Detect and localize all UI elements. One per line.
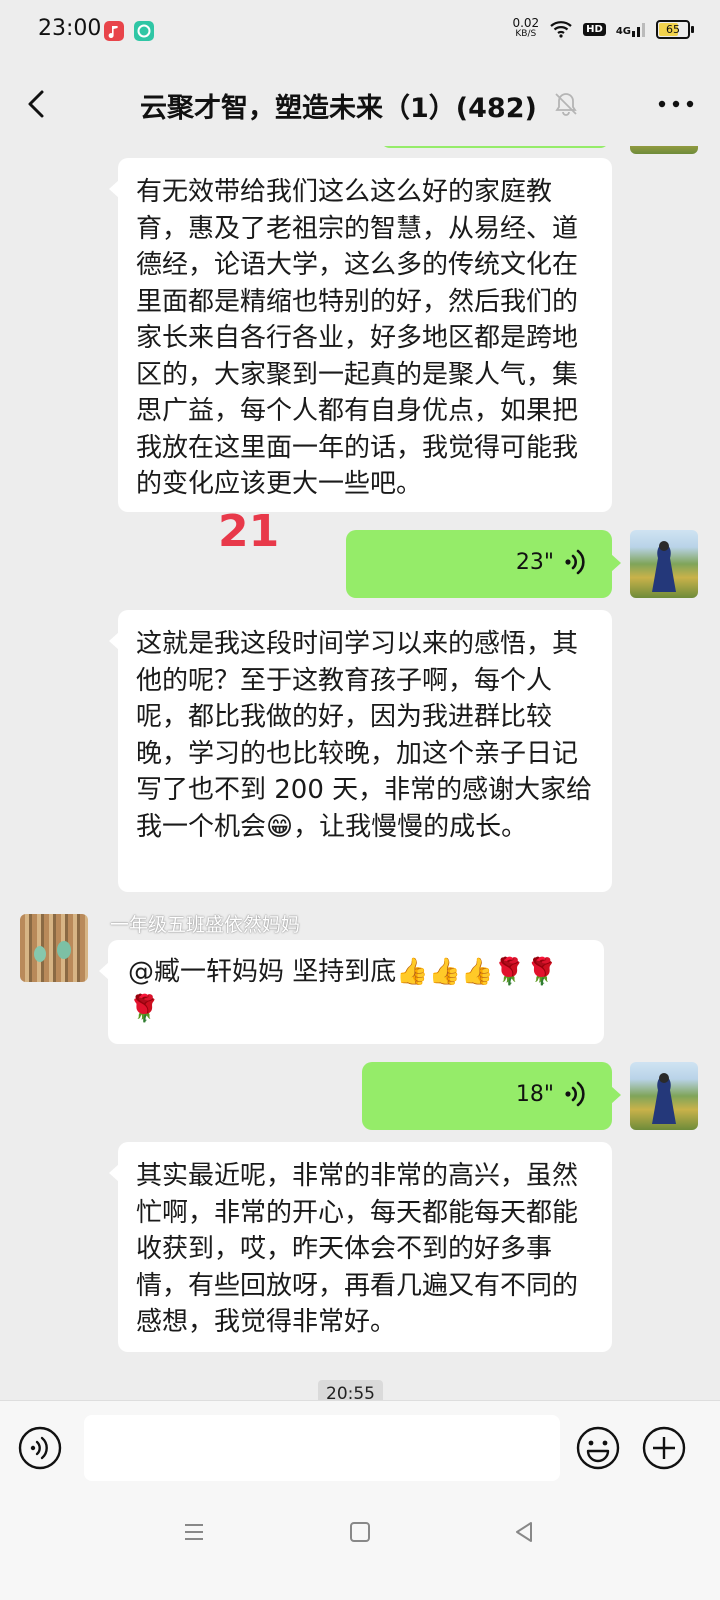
message-list[interactable]: 有无效带给我们这么这么好的家庭教育，惠及了老祖宗的智慧，从易经、道德经，论语大学… — [0, 146, 720, 1426]
sender-avatar[interactable] — [20, 914, 88, 982]
voice-duration: 23" — [515, 550, 554, 575]
message-text: 这就是我这段时间学习以来的感悟，其他的呢？至于这教育孩子啊，每个人呢，都比我做的… — [136, 629, 593, 842]
bell-muted-icon — [555, 93, 577, 116]
chat-header: 云聚才智，塑造未来（1）(482) — [0, 62, 720, 146]
more-dots-icon[interactable] — [656, 96, 696, 112]
status-time: 23:00 — [38, 16, 102, 41]
previous-voice-bubble[interactable] — [380, 146, 610, 148]
cell-signal-icon: 4G — [616, 21, 646, 37]
network-speed-value: 0.02 — [512, 16, 540, 30]
voice-wave-icon — [565, 1081, 585, 1107]
voice-message-bubble[interactable]: 18" — [362, 1062, 621, 1130]
network-speed-unit: KB/S — [515, 29, 537, 39]
input-bar — [0, 1400, 720, 1499]
hd-badge: HD — [583, 22, 606, 36]
message-text: @臧一轩妈妈 坚持到底👍👍👍🌹🌹🌹 — [128, 957, 559, 1024]
emoji-icon[interactable] — [576, 1426, 620, 1470]
message-text: 有无效带给我们这么这么好的家庭教育，惠及了老祖宗的智慧，从易经、道德经，论语大学… — [136, 177, 579, 499]
music-app-icon — [104, 21, 124, 41]
system-nav-bar — [0, 1498, 720, 1600]
plus-icon[interactable] — [642, 1426, 686, 1470]
annotation-number: 21 — [218, 506, 280, 557]
message-text-bubble[interactable]: 其实最近呢，非常的非常的高兴，虽然忙啊，非常的开心，每天都能每天都能收获到，哎，… — [109, 1142, 612, 1352]
message-text-bubble[interactable]: 有无效带给我们这么这么好的家庭教育，惠及了老祖宗的智慧，从易经、道德经，论语大学… — [109, 158, 612, 512]
voice-message-bubble[interactable]: 23" — [346, 530, 621, 598]
network-type: 4G — [615, 26, 631, 37]
message-text-bubble[interactable]: @臧一轩妈妈 坚持到底👍👍👍🌹🌹🌹 — [99, 940, 604, 1044]
voice-wave-icon — [565, 549, 585, 575]
wifi-icon — [550, 21, 572, 38]
back-nav-icon[interactable] — [512, 1520, 536, 1544]
voice-input-icon[interactable] — [18, 1426, 62, 1470]
back-chevron-icon[interactable] — [20, 86, 56, 122]
battery-icon: 65 — [656, 19, 694, 39]
status-bar: 23:00 0.02 KB/S HD 4G 65 — [0, 0, 720, 62]
self-avatar[interactable] — [630, 530, 698, 598]
message-text-bubble[interactable]: 这就是我这段时间学习以来的感悟，其他的呢？至于这教育孩子啊，每个人呢，都比我做的… — [109, 610, 612, 892]
network-speed: 0.02 KB/S — [512, 16, 540, 40]
message-app-icon — [134, 21, 154, 41]
self-avatar[interactable] — [630, 1062, 698, 1130]
message-text: 其实最近呢，非常的非常的高兴，虽然忙啊，非常的开心，每天都能每天都能收获到，哎，… — [136, 1161, 579, 1337]
self-avatar[interactable] — [630, 146, 698, 154]
sender-name: 一年级五班盛依然妈妈 — [110, 914, 301, 936]
home-nav-icon[interactable] — [348, 1520, 372, 1544]
status-indicators: 0.02 KB/S HD 4G 65 — [512, 16, 694, 40]
message-input[interactable] — [84, 1415, 560, 1481]
battery-level: 65 — [666, 22, 680, 36]
chat-title: 云聚才智，塑造未来（1）(482) — [140, 93, 537, 124]
menu-nav-icon[interactable] — [182, 1520, 206, 1544]
voice-duration: 18" — [515, 1082, 554, 1107]
